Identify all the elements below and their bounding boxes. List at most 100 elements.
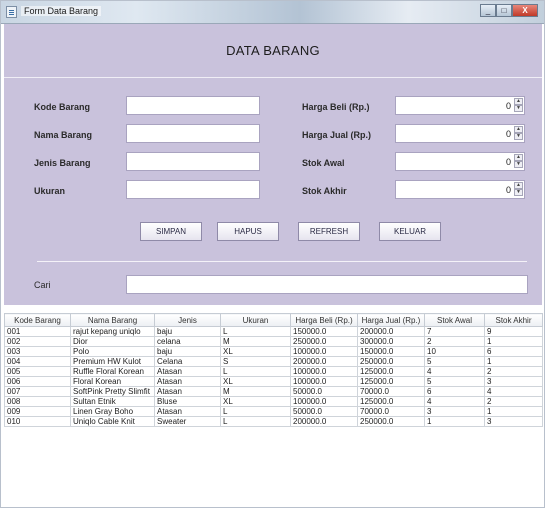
cell[interactable]: 5 — [424, 376, 485, 387]
cell[interactable]: L — [220, 326, 291, 337]
cell[interactable]: Ruffle Floral Korean — [70, 366, 155, 377]
table-row[interactable]: 006 Floral Korean Atasan XL 100000.0 125000.0… — [4, 376, 543, 387]
cell[interactable]: XL — [220, 346, 291, 357]
jenis-barang-input[interactable] — [126, 152, 260, 171]
cell[interactable]: L — [220, 366, 291, 377]
keluar-button[interactable]: KELUAR — [379, 222, 441, 241]
cell[interactable]: Atasan — [154, 386, 221, 397]
cell[interactable]: Uniqlo Cable Knit — [70, 416, 155, 427]
cell[interactable]: 70000.0 — [357, 386, 425, 397]
cell[interactable]: 50000.0 — [290, 386, 358, 397]
cell[interactable]: 5 — [424, 356, 485, 367]
cell[interactable]: 1 — [424, 416, 485, 427]
table-row[interactable]: 007 SoftPink Pretty Slimfit Atasan M 50000.0… — [4, 386, 543, 397]
harga-jual-spinner[interactable]: 0 ▲ ▼ — [395, 124, 525, 143]
cell[interactable]: baju — [154, 326, 221, 337]
table-row[interactable]: 009 Linen Gray Boho Atasan L 50000.0 70000.0 3… — [4, 406, 543, 417]
cell[interactable]: 7 — [424, 326, 485, 337]
col-stok-akhir[interactable]: Stok Akhir — [484, 313, 543, 327]
stok-akhir-arrows[interactable]: ▲ ▼ — [514, 182, 523, 197]
table-row[interactable]: 005 Ruffle Floral Korean Atasan L 100000.0 12… — [4, 366, 543, 377]
spin-up-icon[interactable]: ▲ — [514, 126, 523, 133]
minimize-button[interactable]: _ — [480, 4, 496, 17]
spin-down-icon[interactable]: ▼ — [514, 189, 523, 196]
table-row[interactable]: 001 rajut kepang uniqlo baju L 150000.0 20000… — [4, 326, 543, 337]
cell[interactable]: 6 — [484, 346, 543, 357]
cell[interactable]: 3 — [484, 416, 543, 427]
cell[interactable]: baju — [154, 346, 221, 357]
table-row[interactable]: 010 Uniqlo Cable Knit Sweater L 200000.0 2500… — [4, 416, 543, 427]
cell[interactable]: 150000.0 — [290, 326, 358, 337]
spin-up-icon[interactable]: ▲ — [514, 182, 523, 189]
cell[interactable]: 001 — [4, 326, 71, 337]
cell[interactable]: 1 — [484, 406, 543, 417]
table-row[interactable]: 002 Dior celana M 250000.0 300000.0 2 1 — [4, 336, 543, 347]
cell[interactable]: 125000.0 — [357, 366, 425, 377]
cell[interactable]: 1 — [484, 356, 543, 367]
cell[interactable]: 150000.0 — [357, 346, 425, 357]
cell[interactable]: 10 — [424, 346, 485, 357]
cell[interactable]: 50000.0 — [290, 406, 358, 417]
cell[interactable]: 2 — [484, 396, 543, 407]
cell[interactable]: Sweater — [154, 416, 221, 427]
close-button[interactable]: X — [512, 4, 538, 17]
title-bar[interactable]: Form Data Barang _ □ X — [1, 1, 544, 24]
col-harga-jual[interactable]: Harga Jual (Rp.) — [357, 313, 425, 327]
cell[interactable]: 300000.0 — [357, 336, 425, 347]
cell[interactable]: 3 — [484, 376, 543, 387]
cell[interactable]: 6 — [424, 386, 485, 397]
cell[interactable]: Celana — [154, 356, 221, 367]
spin-down-icon[interactable]: ▼ — [514, 133, 523, 140]
cell[interactable]: Dior — [70, 336, 155, 347]
col-kode-barang[interactable]: Kode Barang — [4, 313, 71, 327]
cell[interactable]: Floral Korean — [70, 376, 155, 387]
cell[interactable]: Atasan — [154, 376, 221, 387]
table-row[interactable]: 003 Polo baju XL 100000.0 150000.0 10 6 — [4, 346, 543, 357]
cell[interactable]: 009 — [4, 406, 71, 417]
cell[interactable]: 200000.0 — [290, 356, 358, 367]
cell[interactable]: 70000.0 — [357, 406, 425, 417]
stok-awal-spinner[interactable]: 0 ▲ ▼ — [395, 152, 525, 171]
cell[interactable]: Linen Gray Boho — [70, 406, 155, 417]
cell[interactable]: rajut kepang uniqlo — [70, 326, 155, 337]
harga-beli-arrows[interactable]: ▲ ▼ — [514, 98, 523, 113]
cell[interactable]: 002 — [4, 336, 71, 347]
cell[interactable]: 250000.0 — [357, 356, 425, 367]
stok-akhir-spinner[interactable]: 0 ▲ ▼ — [395, 180, 525, 199]
cell[interactable]: 100000.0 — [290, 396, 358, 407]
cell[interactable]: Atasan — [154, 366, 221, 377]
search-input[interactable] — [126, 275, 528, 294]
ukuran-input[interactable] — [126, 180, 260, 199]
col-jenis[interactable]: Jenis — [154, 313, 221, 327]
nama-barang-input[interactable] — [126, 124, 260, 143]
cell[interactable]: 2 — [484, 366, 543, 377]
cell[interactable]: 125000.0 — [357, 376, 425, 387]
cell[interactable]: SoftPink Pretty Slimfit — [70, 386, 155, 397]
cell[interactable]: 1 — [484, 336, 543, 347]
cell[interactable]: 4 — [484, 386, 543, 397]
cell[interactable]: Polo — [70, 346, 155, 357]
cell[interactable]: 125000.0 — [357, 396, 425, 407]
cell[interactable]: L — [220, 416, 291, 427]
refresh-button[interactable]: REFRESH — [298, 222, 360, 241]
cell[interactable]: XL — [220, 376, 291, 387]
cell[interactable]: 006 — [4, 376, 71, 387]
spin-up-icon[interactable]: ▲ — [514, 98, 523, 105]
table-row[interactable]: 004 Premium HW Kulot Celana S 200000.0 250000… — [4, 356, 543, 367]
cell[interactable]: M — [220, 386, 291, 397]
cell[interactable]: 200000.0 — [290, 416, 358, 427]
harga-beli-spinner[interactable]: 0 ▲ ▼ — [395, 96, 525, 115]
cell[interactable]: Premium HW Kulot — [70, 356, 155, 367]
cell[interactable]: 2 — [424, 336, 485, 347]
cell[interactable]: 100000.0 — [290, 366, 358, 377]
cell[interactable]: 100000.0 — [290, 346, 358, 357]
hapus-button[interactable]: HAPUS — [217, 222, 279, 241]
cell[interactable]: 010 — [4, 416, 71, 427]
cell[interactable]: celana — [154, 336, 221, 347]
cell[interactable]: 100000.0 — [290, 376, 358, 387]
cell[interactable]: 004 — [4, 356, 71, 367]
spin-down-icon[interactable]: ▼ — [514, 105, 523, 112]
spin-up-icon[interactable]: ▲ — [514, 154, 523, 161]
cell[interactable]: XL — [220, 396, 291, 407]
cell[interactable]: 007 — [4, 386, 71, 397]
